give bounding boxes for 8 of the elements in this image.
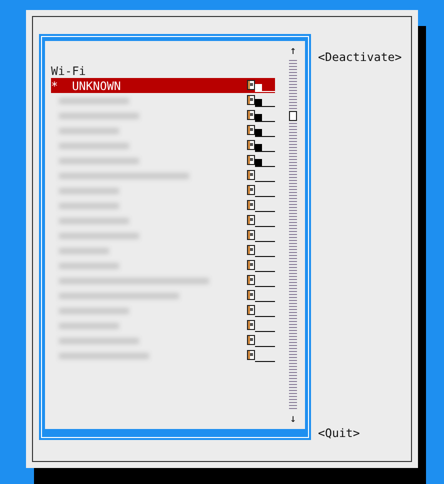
- network-row[interactable]: * UNKNOWN: [51, 78, 275, 93]
- network-name: * UNKNOWN: [51, 78, 121, 92]
- deactivate-button[interactable]: <Deactivate>: [318, 50, 402, 64]
- scroll-thumb[interactable]: [289, 111, 297, 121]
- list-heading: Wi-Fi: [51, 64, 87, 78]
- quit-button[interactable]: <Quit>: [318, 426, 402, 440]
- scroll-down-arrow[interactable]: ↓: [290, 413, 296, 425]
- scroll-up-arrow[interactable]: ↑: [290, 45, 296, 57]
